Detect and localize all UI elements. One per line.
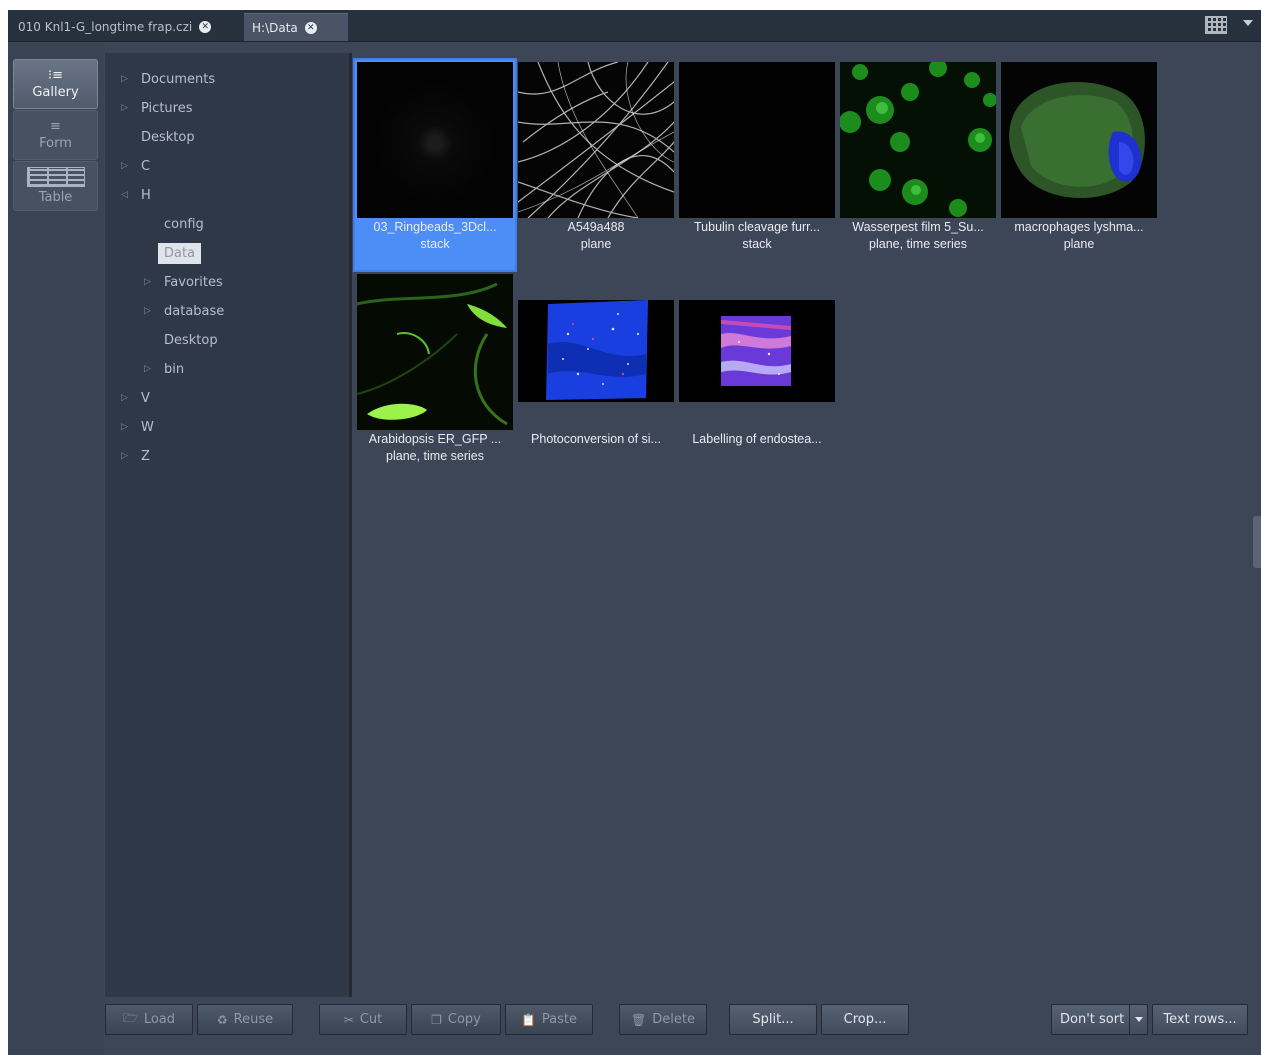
item-type: plane [1063,237,1095,251]
form-icon: ≡ [50,118,61,134]
delete-button[interactable]: 🗑 Delete [619,1004,707,1035]
tree-item-data[interactable]: Data [158,242,202,264]
layout-grid-icon[interactable] [1205,16,1227,34]
gallery-item[interactable]: Photoconversion of si... [516,272,676,482]
thumbnail-image [840,62,996,218]
form-view-label: Form [39,135,72,151]
folder-open-icon: 🗁 [122,1011,138,1025]
expand-arrow-icon[interactable]: ▷ [121,393,131,403]
thumbnail-image [357,274,513,430]
gallery-item[interactable]: Tubulin cleavage furr... stack [677,60,837,270]
copy-button[interactable]: ❐ Copy [411,1004,501,1035]
chevron-down-icon[interactable] [1243,20,1253,26]
gallery-item[interactable]: Wasserpest film 5_Su... plane, time seri… [838,60,998,270]
trash-icon: 🗑 [631,1012,647,1027]
expand-arrow-icon[interactable]: ▷ [144,277,154,287]
gallery-item[interactable]: Labelling of endostea... [677,272,837,482]
scissors-icon: ✂ [343,1012,354,1027]
tab-czi-document[interactable]: 010 Knl1-G_longtime frap.czi ✕ [10,13,238,41]
gallery-item[interactable]: macrophages lyshma... plane [999,60,1159,270]
table-view-label: Table [38,190,73,205]
close-icon[interactable]: ✕ [199,21,212,33]
item-type: plane, time series [386,449,484,463]
cut-button[interactable]: ✂ Cut [319,1004,407,1035]
tree-item-documents[interactable]: ▷ Documents [121,68,215,90]
side-panel-handle[interactable] [1253,516,1261,568]
tree-item-drive-z[interactable]: ▷ Z [121,445,150,467]
tree-item-desktop[interactable]: Desktop [121,126,195,148]
sort-dropdown[interactable]: Don't sort [1051,1004,1148,1035]
tree-item-pictures[interactable]: ▷ Pictures [121,97,192,119]
recycle-icon: ♻ [216,1012,228,1027]
tree-item-drive-h[interactable]: ◁ H [121,184,151,206]
expand-arrow-icon[interactable]: ▷ [121,161,131,171]
item-name: Labelling of endostea... [692,432,822,446]
app-window: 010 Knl1-G_longtime frap.czi ✕ H:\Data ✕… [8,10,1261,1055]
expand-arrow-icon[interactable]: ▷ [121,103,131,113]
gallery-view-button[interactable]: ⁝≡ Gallery [13,59,98,109]
item-name: macrophages lyshma... [1014,220,1144,234]
collapse-arrow-icon[interactable]: ◁ [121,190,131,200]
item-name: A549a488 [567,220,625,234]
split-button[interactable]: Split... [729,1004,817,1035]
item-name: Wasserpest film 5_Su... [852,220,984,234]
thumbnail-image [518,274,674,430]
item-type: plane [580,237,612,251]
copy-icon: ❐ [431,1012,442,1027]
item-type: stack [420,237,450,251]
close-icon[interactable]: ✕ [304,21,317,34]
expand-arrow-icon[interactable]: ▷ [121,422,131,432]
thumbnail-image [1001,62,1157,218]
paste-button[interactable]: 📋 Paste [505,1004,593,1035]
tree-item-drive-v[interactable]: ▷ V [121,387,150,409]
thumbnail-image [679,62,835,218]
document-tab-bar: 010 Knl1-G_longtime frap.czi ✕ H:\Data ✕ [8,10,1261,42]
expand-arrow-icon[interactable]: ▷ [121,74,131,84]
paste-icon: 📋 [520,1012,536,1027]
expand-arrow-icon[interactable]: ▷ [144,364,154,374]
gallery-item[interactable]: 03_Ringbeads_3Dcl... stack [353,58,517,272]
item-name: Arabidopsis ER_GFP ... [368,432,502,446]
tab-label: 010 Knl1-G_longtime frap.czi [18,20,193,34]
thumbnail-image [518,62,674,218]
gallery-view-label: Gallery [32,84,79,100]
tab-label: H:\Data [252,20,298,35]
text-rows-button[interactable]: Text rows... [1152,1004,1248,1035]
thumbnail-image [357,62,513,218]
expand-arrow-icon[interactable]: ▷ [121,451,131,461]
tab-data-folder[interactable]: H:\Data ✕ [244,13,348,41]
tree-item-favorites[interactable]: ▷ Favorites [144,271,223,293]
form-view-button[interactable]: ≡ Form [13,110,98,160]
tree-item-desktop-h[interactable]: Desktop [144,329,218,351]
crop-button[interactable]: Crop... [821,1004,909,1035]
tree-item-config[interactable]: config [164,213,204,235]
item-name: Tubulin cleavage furr... [694,220,820,234]
bottom-toolbar: 🗁 Load ♻ Reuse ✂ Cut ❐ Copy 📋 Paste 🗑 De… [105,1000,1261,1055]
gallery-item[interactable]: A549a488 plane [516,60,676,270]
chevron-down-icon[interactable] [1129,1005,1147,1034]
tree-item-drive-c[interactable]: ▷ C [121,155,150,177]
expand-arrow-icon[interactable]: ▷ [144,306,154,316]
gallery-icon: ⁝≡ [47,67,64,83]
item-name: 03_Ringbeads_3Dcl... [373,220,497,234]
table-icon [26,167,85,187]
load-button[interactable]: 🗁 Load [105,1004,193,1035]
image-gallery: 03_Ringbeads_3Dcl... stack A549a488 plan… [353,53,1261,997]
folder-tree: ▷ Documents ▷ Pictures Desktop ▷ C ◁ H c… [105,53,352,997]
reuse-button[interactable]: ♻ Reuse [197,1004,293,1035]
table-view-button[interactable]: Table [13,161,98,211]
tree-item-drive-w[interactable]: ▷ W [121,416,154,438]
item-name: Photoconversion of si... [531,432,661,446]
tree-item-database[interactable]: ▷ database [144,300,224,322]
item-type: stack [742,237,772,251]
thumbnail-image [679,274,835,430]
view-mode-panel: ⁝≡ Gallery ≡ Form Table [8,43,104,1055]
tree-item-bin[interactable]: ▷ bin [144,358,184,380]
gallery-item[interactable]: Arabidopsis ER_GFP ... plane, time serie… [355,272,515,482]
item-type: plane, time series [869,237,967,251]
